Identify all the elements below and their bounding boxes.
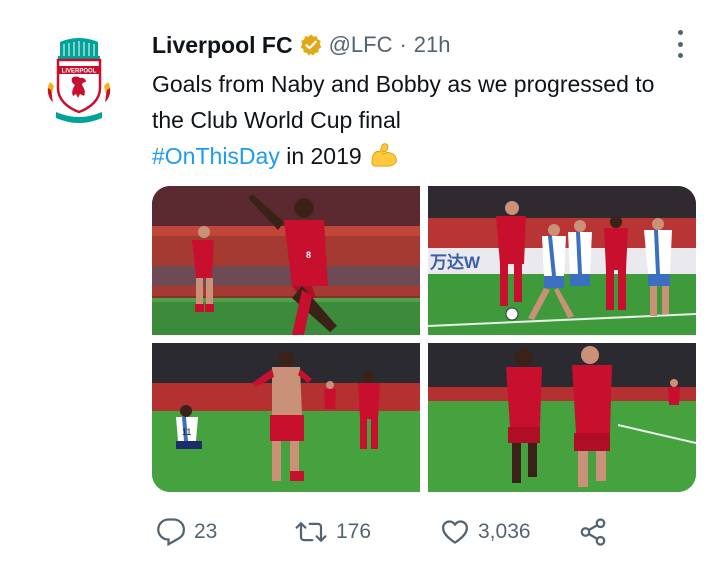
retweet-button[interactable]: 176	[294, 512, 371, 552]
svg-text:8: 8	[306, 250, 311, 260]
liverpool-crest-logo: LIVERPOOL	[47, 38, 111, 123]
separator-dot: ·	[399, 32, 407, 57]
retweet-icon	[295, 522, 327, 542]
tweet-actions: 23 176 3,036	[152, 512, 672, 552]
avatar[interactable]: LIVERPOOL	[44, 38, 114, 124]
like-count: 3,036	[478, 520, 531, 543]
share-button[interactable]	[578, 512, 616, 552]
tweet-body: Goals from Naby and Bobby as we progress…	[152, 71, 655, 133]
author-name[interactable]: Liverpool FC	[152, 32, 293, 59]
author-handle[interactable]: @LFC	[329, 32, 393, 58]
svg-text:11: 11	[182, 427, 191, 437]
verified-badge-icon	[299, 33, 323, 57]
svg-text:LIVERPOOL: LIVERPOOL	[62, 69, 97, 75]
flexed-biceps-emoji	[368, 140, 400, 168]
reply-bubble-icon	[157, 518, 186, 547]
photo-players-attacking[interactable]: 万达W	[428, 186, 696, 335]
scoreboard-text: 万达W	[429, 252, 481, 272]
timestamp[interactable]: 21h	[414, 32, 451, 58]
tweet-tail: in 2019	[279, 143, 362, 169]
heart-icon	[442, 520, 468, 544]
share-icon	[580, 518, 606, 546]
tweet-text: Goals from Naby and Bobby as we progress…	[152, 66, 672, 174]
reply-button[interactable]: 23	[156, 512, 217, 552]
media-grid: 8 万达W 11	[152, 186, 696, 492]
more-vertical-icon[interactable]	[672, 30, 688, 58]
reply-count: 23	[194, 520, 218, 543]
hashtag-link[interactable]: #OnThisDay	[152, 143, 280, 169]
tweet-header: Liverpool FC @LFC · 21h	[152, 30, 451, 60]
photo-celebration-running[interactable]: 8	[152, 186, 420, 335]
photo-players-running[interactable]	[428, 343, 696, 492]
like-button[interactable]: 3,036	[440, 512, 531, 552]
retweet-count: 176	[336, 520, 372, 543]
photo-firmino-celebration[interactable]: 11	[152, 343, 420, 492]
